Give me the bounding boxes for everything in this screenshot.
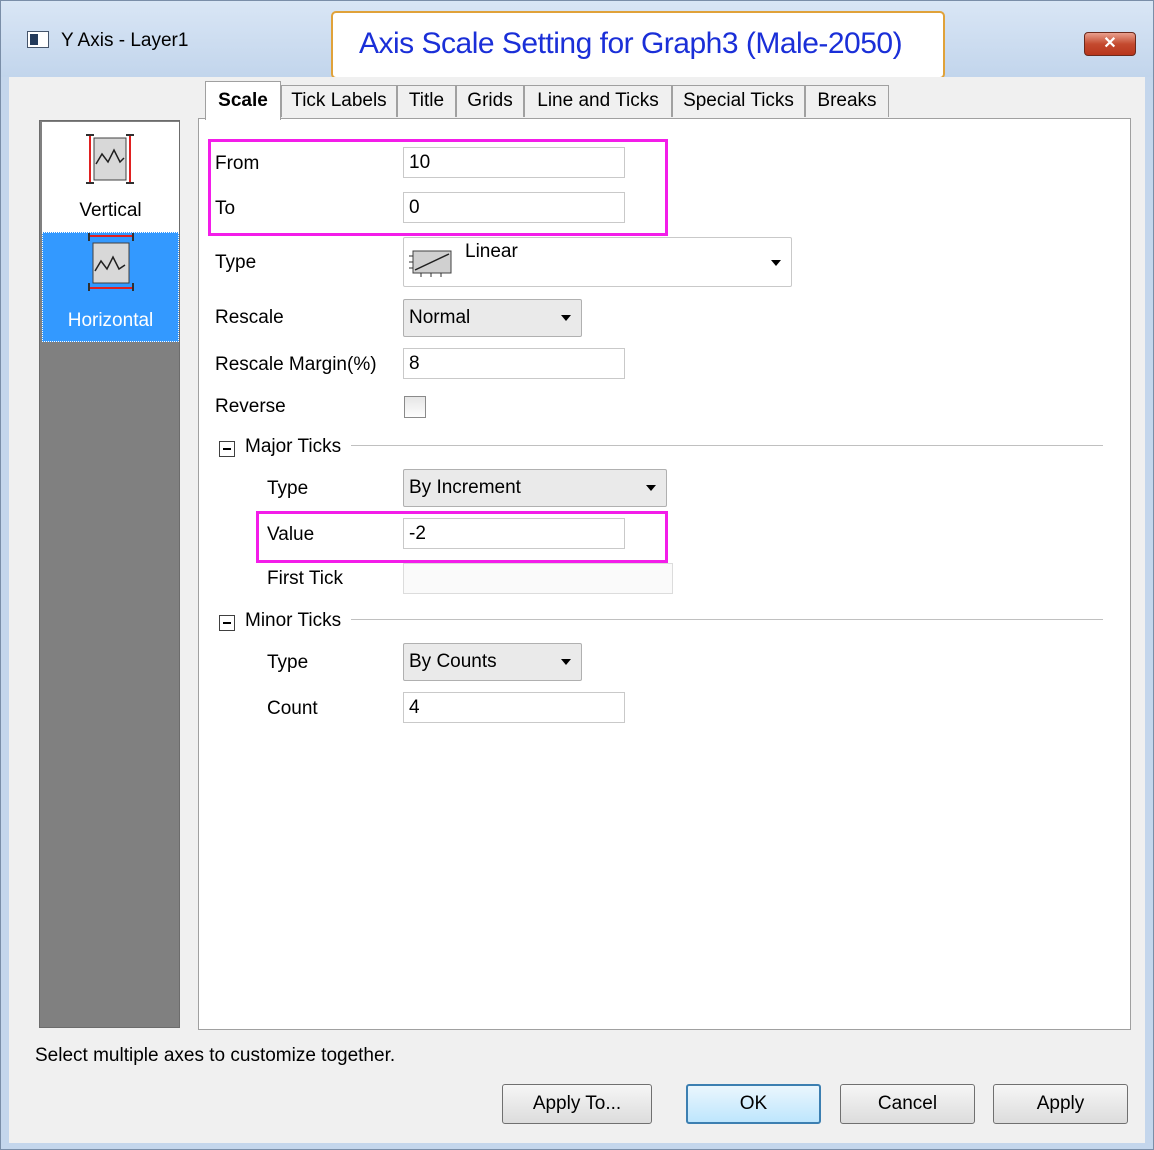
chevron-down-icon — [561, 315, 571, 321]
status-text: Select multiple axes to customize togeth… — [35, 1045, 396, 1066]
tab-grids[interactable]: Grids — [456, 85, 524, 117]
apply-to-button[interactable]: Apply To... — [502, 1084, 652, 1124]
minor-ticks-collapse-toggle[interactable] — [219, 615, 235, 631]
chevron-down-icon — [561, 659, 571, 665]
from-to-highlight — [208, 139, 668, 236]
sidebar-item-label: Horizontal — [67, 310, 154, 331]
apply-button[interactable]: Apply — [993, 1084, 1128, 1124]
minor-count-input[interactable]: 4 — [403, 692, 625, 723]
tab-tick-labels[interactable]: Tick Labels — [281, 85, 397, 117]
first-tick-label: First Tick — [267, 568, 343, 589]
sidebar-item-horizontal[interactable]: Horizontal — [42, 232, 179, 342]
major-type-label: Type — [267, 478, 309, 499]
reverse-label: Reverse — [215, 396, 286, 417]
major-type-value: By Increment — [409, 477, 521, 498]
rescale-margin-label: Rescale Margin(%) — [215, 354, 377, 375]
minor-ticks-divider — [351, 619, 1103, 620]
tab-line-and-ticks[interactable]: Line and Ticks — [524, 85, 672, 117]
dialog-window: Y Axis - Layer1 Axis Scale Setting for G… — [0, 0, 1154, 1150]
first-tick-input[interactable] — [403, 563, 673, 594]
window-title: Y Axis - Layer1 — [61, 30, 189, 51]
ok-button[interactable]: OK — [686, 1084, 821, 1124]
minor-type-dropdown[interactable]: By Counts — [403, 643, 582, 681]
major-value-highlight — [256, 511, 668, 563]
minor-type-value: By Counts — [409, 651, 497, 672]
chevron-down-icon — [646, 485, 656, 491]
close-icon: ✕ — [1103, 35, 1117, 52]
axis-sidebar: Vertical Horizontal — [39, 120, 180, 1028]
scale-type-value: Linear — [465, 241, 518, 262]
horizontal-axis-icon — [88, 233, 134, 291]
cancel-button[interactable]: Cancel — [840, 1084, 975, 1124]
close-button[interactable]: ✕ — [1084, 32, 1136, 56]
linear-scale-icon — [409, 250, 452, 277]
tab-scale[interactable]: Scale — [205, 81, 281, 120]
tab-special-ticks[interactable]: Special Ticks — [672, 85, 805, 117]
major-ticks-heading: Major Ticks — [245, 436, 342, 457]
rescale-label: Rescale — [215, 307, 284, 328]
title-bar[interactable]: Y Axis - Layer1 Axis Scale Setting for G… — [1, 1, 1153, 79]
scale-panel: From 10 To 0 Type Linear Rescale Normal — [198, 118, 1131, 1030]
chevron-down-icon — [771, 260, 781, 266]
annotation-text: Axis Scale Setting for Graph3 (Male-2050… — [359, 27, 903, 60]
sidebar-item-label: Vertical — [79, 200, 142, 221]
rescale-margin-input[interactable]: 8 — [403, 348, 625, 379]
rescale-dropdown[interactable]: Normal — [403, 299, 582, 337]
minor-type-label: Type — [267, 652, 309, 673]
reverse-checkbox[interactable] — [404, 396, 426, 418]
minor-ticks-heading: Minor Ticks — [245, 610, 342, 631]
annotation-callout: Axis Scale Setting for Graph3 (Male-2050… — [331, 11, 945, 79]
sidebar-item-vertical[interactable]: Vertical — [42, 122, 179, 232]
major-ticks-divider — [351, 445, 1103, 446]
window-icon — [27, 31, 49, 48]
vertical-axis-icon — [86, 134, 134, 184]
scale-type-dropdown[interactable]: Linear — [403, 237, 792, 287]
rescale-value: Normal — [409, 307, 471, 328]
tab-breaks[interactable]: Breaks — [805, 85, 889, 117]
type-label: Type — [215, 252, 257, 273]
major-type-dropdown[interactable]: By Increment — [403, 469, 667, 507]
minor-count-label: Count — [267, 698, 318, 719]
major-ticks-collapse-toggle[interactable] — [219, 441, 235, 457]
tab-title[interactable]: Title — [397, 85, 456, 117]
dialog-body: Vertical Horizontal Scale Tick Labels Ti… — [9, 77, 1145, 1143]
